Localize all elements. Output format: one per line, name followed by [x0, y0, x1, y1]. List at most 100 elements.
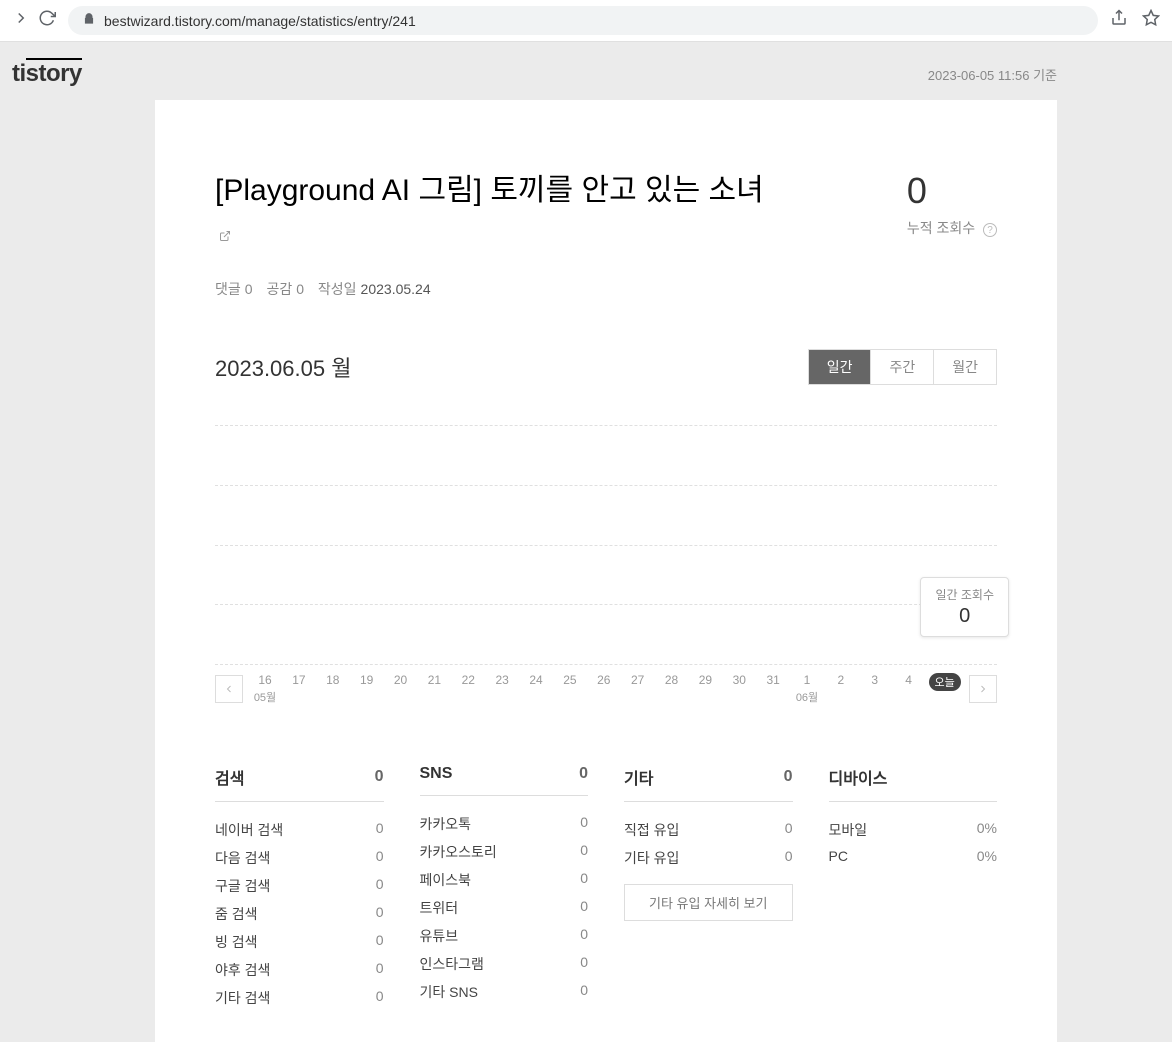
stats-item-value: 0% [977, 848, 997, 864]
gridline [215, 664, 997, 665]
date-tick[interactable]: 19 [353, 673, 381, 687]
stats-item: 네이버 검색0 [215, 816, 384, 844]
stats-item: 기타 유입0 [624, 844, 793, 872]
stats-item-label: 페이스북 [420, 870, 472, 890]
stats-item-value: 0 [580, 898, 588, 918]
stats-item-label: 기타 검색 [215, 988, 270, 1008]
gridline [215, 425, 997, 426]
date-tick[interactable]: 25 [556, 673, 584, 687]
date-tick[interactable]: 26 [590, 673, 618, 687]
gridline [215, 485, 997, 486]
date-tick[interactable]: 30 [725, 673, 753, 687]
date-tick[interactable]: 28 [658, 673, 686, 687]
period-toggle: 일간주간월간 [808, 349, 997, 385]
date-tick[interactable]: 106월 [793, 673, 821, 705]
stats-item-label: 줌 검색 [215, 904, 258, 924]
date-tick[interactable]: 21 [420, 673, 448, 687]
date-tick[interactable]: 2 [827, 673, 855, 687]
content-panel: [Playground AI 그림] 토끼를 안고 있는 소녀 댓글0 공감0 … [155, 100, 1057, 1042]
stats-item-value: 0% [977, 820, 997, 840]
period-tab-0[interactable]: 일간 [809, 350, 872, 384]
date-tick-today[interactable]: 오늘 [929, 673, 961, 691]
stats-item-label: 야후 검색 [215, 960, 270, 980]
stats-col: 검색0네이버 검색0다음 검색0구글 검색0줌 검색0빙 검색0야후 검색0기타… [215, 765, 384, 1012]
date-tick[interactable]: 23 [488, 673, 516, 687]
stats-col-total: 0 [784, 768, 793, 786]
date-tick[interactable]: 22 [454, 673, 482, 687]
stats-item-value: 0 [376, 932, 384, 952]
date-tick[interactable]: 4 [895, 673, 923, 687]
stats-col-title: 디바이스 [829, 765, 888, 789]
chart-tooltip: 일간 조회수 0 [920, 577, 1009, 637]
total-views-label: 누적 조회수 ? [907, 218, 997, 238]
stats-item-value: 0 [785, 820, 793, 840]
date-label: 작성일 [318, 281, 357, 297]
stats-item-value: 0 [580, 814, 588, 834]
star-icon[interactable] [1142, 9, 1160, 32]
date-tick[interactable]: 31 [759, 673, 787, 687]
stats-item-value: 0 [376, 820, 384, 840]
date-tick[interactable]: 27 [624, 673, 652, 687]
stats-item: 직접 유입0 [624, 816, 793, 844]
timestamp-label: 2023-06-05 11:56 기준 [928, 65, 1057, 84]
more-button[interactable]: 기타 유입 자세히 보기 [624, 884, 793, 921]
share-icon[interactable] [1110, 9, 1128, 32]
stats-item-value: 0 [376, 960, 384, 980]
comments-label: 댓글 [215, 281, 241, 297]
date-tick[interactable]: 18 [319, 673, 347, 687]
date-tick[interactable]: 20 [387, 673, 415, 687]
stats-item-value: 0 [376, 876, 384, 896]
chart-prev-button[interactable] [215, 675, 243, 703]
stats-item: 구글 검색 0 [215, 872, 384, 900]
period-tab-1[interactable]: 주간 [871, 350, 934, 384]
date-tick[interactable]: 3 [861, 673, 889, 687]
stats-col-title: SNS [420, 765, 453, 783]
stats-item-label: 구글 검색 [215, 876, 270, 896]
stats-col-title: 검색 [215, 765, 244, 789]
reload-icon[interactable] [38, 9, 56, 32]
stats-item: 카카오톡 0 [420, 810, 589, 838]
stats-item-value: 0 [580, 926, 588, 946]
stats-item-value: 0 [580, 842, 588, 862]
stats-item-label: 기타 유입 [624, 848, 679, 868]
stats-item: 다음 검색0 [215, 844, 384, 872]
date-tick[interactable]: 29 [691, 673, 719, 687]
period-tab-2[interactable]: 월간 [934, 350, 996, 384]
stats-item: 빙 검색0 [215, 928, 384, 956]
stats-item-label: 트위터 [420, 898, 459, 918]
tooltip-value: 0 [935, 605, 994, 628]
stats-col: 디바이스모바일 0% PC 0% [829, 765, 998, 1012]
stats-item: 인스타그램0 [420, 950, 589, 978]
chart-next-button[interactable] [969, 675, 997, 703]
stats-item-label: 모바일 [829, 820, 868, 840]
date-tick[interactable]: 24 [522, 673, 550, 687]
stats-item-label: PC [829, 848, 848, 864]
tistory-logo[interactable]: tistory [12, 60, 82, 88]
date-tick[interactable]: 1605월 [251, 673, 279, 705]
stats-item-label: 카카오스토리 [420, 842, 497, 862]
date-tick[interactable]: 17 [285, 673, 313, 687]
date-value: 2023.05.24 [361, 281, 431, 297]
stats-item-label: 유튜브 [420, 926, 459, 946]
external-link-icon[interactable] [219, 212, 231, 224]
url-text: bestwizard.tistory.com/manage/statistics… [104, 13, 416, 29]
gridline [215, 545, 997, 546]
stats-col: SNS0카카오톡0카카오스토리0페이스북0트위터0유튜브0인스타그램0기타 SN… [420, 765, 589, 1012]
comments-value: 0 [245, 281, 253, 297]
stats-item-label: 카카오톡 [420, 814, 472, 834]
stats-item: 페이스북0 [420, 866, 589, 894]
likes-value: 0 [296, 281, 304, 297]
stats-col: 기타0직접 유입0기타 유입0기타 유입 자세히 보기 [624, 765, 793, 1012]
stats-item: 기타 SNS0 [420, 978, 589, 1006]
stats-item-value: 0 [376, 988, 384, 1008]
stats-item-label: 기타 SNS [420, 982, 478, 1002]
stats-item: 트위터 0 [420, 894, 589, 922]
forward-icon[interactable] [12, 9, 30, 32]
stats-item-value: 0 [580, 954, 588, 974]
help-icon[interactable]: ? [983, 223, 997, 237]
post-meta: 댓글0 공감0 작성일2023.05.24 [215, 279, 775, 299]
page-title: [Playground AI 그림] 토끼를 안고 있는 소녀 [215, 170, 775, 265]
address-bar[interactable]: bestwizard.tistory.com/manage/statistics… [68, 6, 1098, 35]
stats-item: PC 0% [829, 844, 998, 868]
total-views-count: 0 [907, 170, 997, 212]
